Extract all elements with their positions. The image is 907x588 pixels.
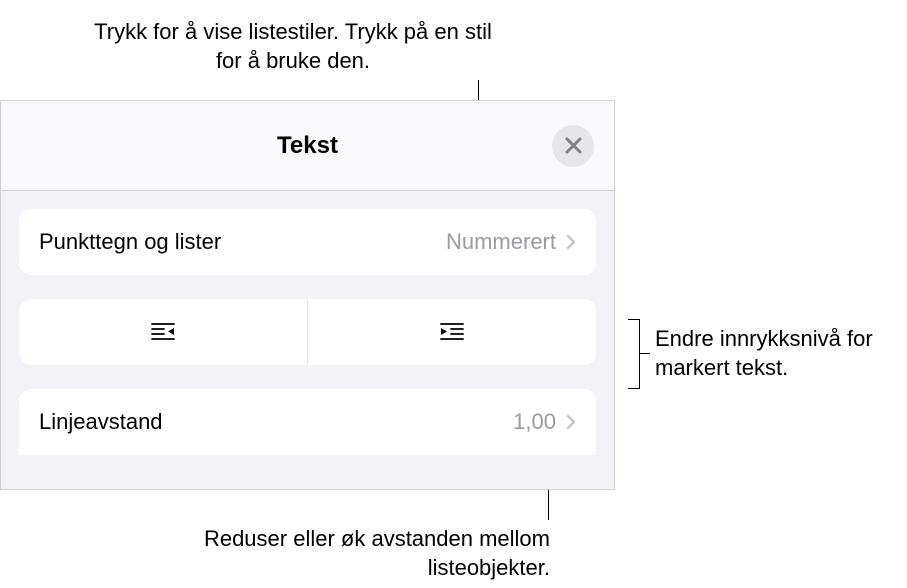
- callout-bracket: [628, 319, 640, 389]
- indent-controls-row: [19, 299, 596, 365]
- spacing-label: Linjeavstand: [39, 409, 163, 435]
- close-button[interactable]: [552, 125, 594, 167]
- decrease-indent-button[interactable]: [19, 299, 308, 365]
- annotation-right: Endre innrykksnivå for markert tekst.: [655, 325, 900, 382]
- annotation-bottom: Reduser eller øk avstanden mellom listeo…: [180, 525, 550, 582]
- panel-body: Punkttegn og lister Nummerert: [1, 191, 614, 473]
- spacing-value: 1,00: [513, 409, 556, 435]
- panel-title: Tekst: [277, 132, 338, 160]
- increase-indent-icon: [438, 321, 466, 343]
- increase-indent-button[interactable]: [308, 299, 596, 365]
- decrease-indent-icon: [149, 321, 177, 343]
- chevron-right-icon: [566, 414, 576, 430]
- annotation-top: Trykk for å vise listestiler. Trykk på e…: [93, 18, 493, 75]
- line-spacing-row[interactable]: Linjeavstand 1,00: [19, 389, 596, 455]
- bullets-value: Nummerert: [446, 229, 556, 255]
- bullets-and-lists-row[interactable]: Punkttegn og lister Nummerert: [19, 209, 596, 275]
- callout-bracket-connector: [640, 353, 650, 354]
- bullets-label: Punkttegn og lister: [39, 229, 221, 255]
- close-icon: [565, 137, 582, 154]
- text-format-panel: Tekst Punkttegn og lister Nummerert: [0, 100, 615, 490]
- bullets-value-container: Nummerert: [446, 229, 576, 255]
- chevron-right-icon: [566, 234, 576, 250]
- panel-header: Tekst: [1, 101, 614, 191]
- spacing-value-container: 1,00: [513, 409, 576, 435]
